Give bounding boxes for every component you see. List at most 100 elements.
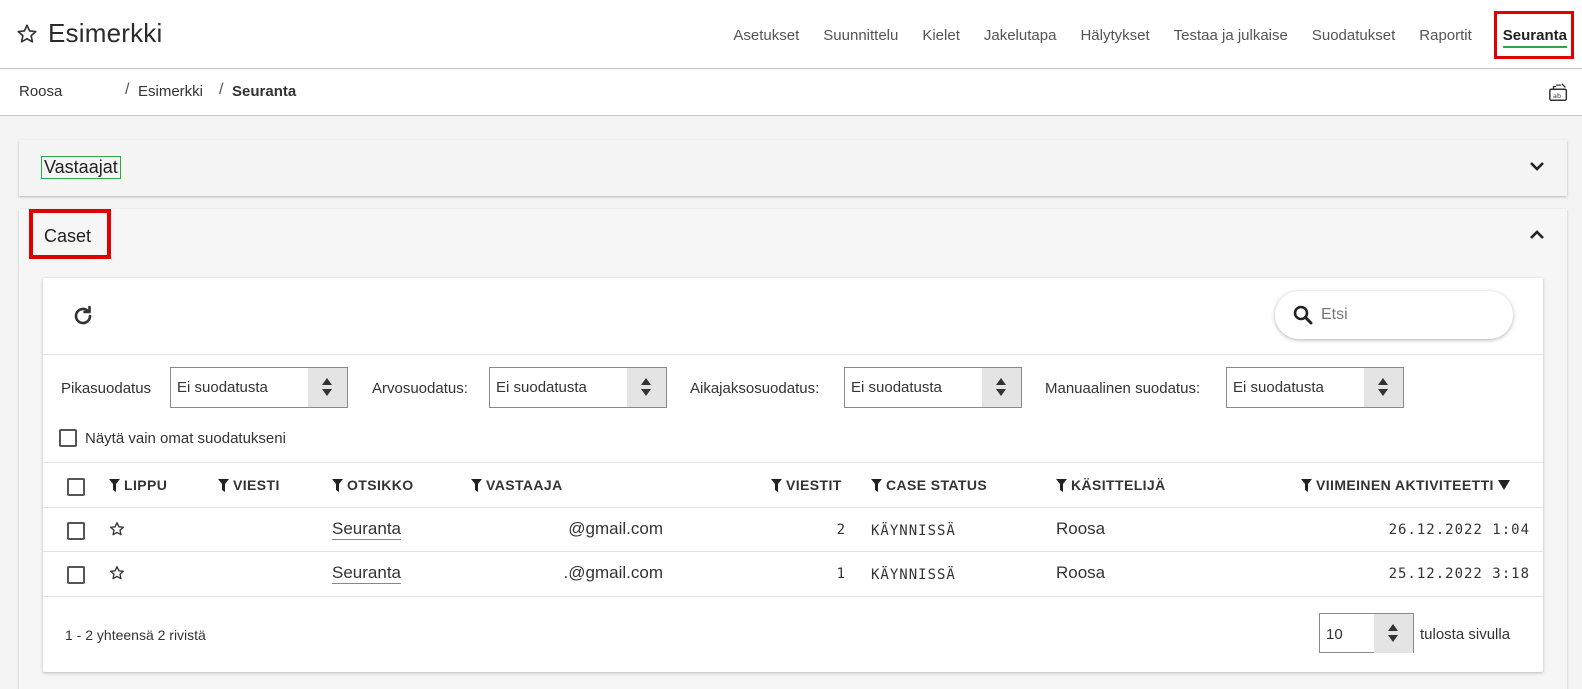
vastaajat-title[interactable]: Vastaajat: [41, 156, 121, 179]
search-input[interactable]: [1321, 303, 1501, 327]
column-header-lippu[interactable]: LIPPU: [109, 477, 167, 493]
select-arrows-icon: [1374, 614, 1413, 653]
nav-halytykset[interactable]: Hälytykset: [1078, 27, 1151, 44]
filter-label-pikasuodatus: Pikasuodatus: [61, 380, 152, 397]
filter-icon[interactable]: [871, 478, 882, 492]
column-label: OTSIKKO: [347, 477, 414, 493]
column-header-viesti[interactable]: VIESTI: [218, 477, 280, 493]
select-arrows-icon: [627, 368, 666, 407]
row-viimeinen-aktiviteetti: 26.12.2022 1:04: [1388, 522, 1530, 538]
sort-desc-icon[interactable]: [1497, 479, 1510, 491]
nav-suodatukset[interactable]: Suodatukset: [1310, 27, 1397, 44]
row-viimeinen-aktiviteetti: 25.12.2022 3:18: [1388, 566, 1530, 582]
chevron-up-icon[interactable]: [1529, 229, 1545, 241]
main-nav: Asetukset Suunnittelu Kielet Jakelutapa …: [711, 8, 1574, 62]
caset-title[interactable]: Caset: [29, 209, 111, 259]
row-checkbox[interactable]: [67, 522, 85, 540]
column-label: VASTAAJA: [486, 477, 563, 493]
nav-suunnittelu[interactable]: Suunnittelu: [821, 27, 900, 44]
filters-divider: [43, 462, 1543, 463]
column-header-viestit[interactable]: VIESTIT: [771, 477, 842, 493]
column-label: VIESTIT: [786, 477, 842, 493]
select-arrows-icon: [308, 368, 347, 407]
favorite-star-icon[interactable]: [16, 23, 38, 45]
refresh-icon[interactable]: [71, 304, 95, 328]
breadcrumb-separator: /: [219, 81, 224, 98]
breadcrumb: Roosa / Esimerkki / Seuranta ab: [0, 70, 1582, 116]
arvosuodatus-select[interactable]: Ei suodatusta: [489, 367, 667, 408]
own-filters-checkbox[interactable]: [59, 429, 77, 447]
chevron-down-icon[interactable]: [1529, 160, 1545, 172]
column-header-viimeinen-aktiviteetti[interactable]: VIIMEINEN AKTIVITEETTI: [1301, 477, 1510, 493]
filter-icon[interactable]: [218, 478, 229, 492]
nav-kielet[interactable]: Kielet: [920, 27, 962, 44]
filter-icon[interactable]: [1056, 478, 1067, 492]
select-value: Ei suodatusta: [851, 379, 942, 396]
own-filters-label: Näytä vain omat suodatukseni: [85, 430, 286, 447]
column-header-kasittelija[interactable]: KÄSITTELIJÄ: [1056, 477, 1166, 493]
row-kasittelija: Roosa: [1056, 519, 1106, 538]
table-row[interactable]: Seuranta .@gmail.com 1 KÄYNNISSÄ Roosa 2…: [43, 551, 1543, 595]
column-label: KÄSITTELIJÄ: [1071, 477, 1166, 493]
pagination-summary: 1 - 2 yhteensä 2 rivistä: [65, 627, 206, 643]
filter-label-manuaalinen: Manuaalinen suodatus:: [1045, 380, 1201, 397]
vastaajat-panel[interactable]: Vastaajat: [19, 140, 1567, 196]
manuaalinen-suodatus-select[interactable]: Ei suodatusta: [1226, 367, 1404, 408]
column-header-vastaaja[interactable]: VASTAAJA: [471, 477, 563, 493]
filter-icon[interactable]: [471, 478, 482, 492]
row-vastaaja: .@gmail.com: [563, 563, 663, 582]
select-arrows-icon: [1364, 368, 1403, 407]
nav-seuranta-label: Seuranta: [1502, 27, 1567, 44]
select-value: Ei suodatusta: [496, 379, 587, 396]
column-label: CASE STATUS: [886, 477, 988, 493]
nav-raportit[interactable]: Raportit: [1417, 27, 1474, 44]
row-case-status: KÄYNNISSÄ: [871, 567, 956, 583]
breadcrumb-item-esimerkki[interactable]: Esimerkki: [138, 83, 203, 100]
page-size-label: tulosta sivulla: [1420, 626, 1511, 643]
flag-star-icon[interactable]: [109, 521, 125, 537]
column-header-otsikko[interactable]: OTSIKKO: [332, 477, 414, 493]
filter-icon[interactable]: [332, 478, 343, 492]
row-case-status: KÄYNNISSÄ: [871, 523, 956, 539]
table-bottom-divider: [43, 596, 1543, 597]
page-title: Esimerkki: [48, 18, 163, 48]
title-area: Esimerkki: [16, 18, 162, 49]
filter-label-aikajaksosuodatus: Aikajaksosuodatus:: [690, 380, 820, 397]
row-otsikko-link[interactable]: Seuranta: [332, 563, 401, 584]
select-all-checkbox[interactable]: [67, 478, 85, 496]
column-label: VIESTI: [233, 477, 280, 493]
pikasuodatus-select[interactable]: Ei suodatusta: [170, 367, 348, 408]
search-icon: [1293, 305, 1313, 325]
column-label: VIIMEINEN AKTIVITEETTI: [1316, 477, 1494, 493]
filter-label-arvosuodatus: Arvosuodatus:: [372, 380, 468, 397]
translate-icon[interactable]: ab: [1548, 81, 1570, 103]
breadcrumb-separator: /: [125, 81, 130, 98]
nav-jakelutapa[interactable]: Jakelutapa: [982, 27, 1059, 44]
table-row[interactable]: Seuranta @gmail.com 2 KÄYNNISSÄ Roosa 26…: [43, 507, 1543, 551]
column-label: LIPPU: [124, 477, 168, 493]
row-vastaaja: @gmail.com: [568, 519, 663, 538]
filter-icon[interactable]: [1301, 478, 1312, 492]
nav-testaa-ja-julkaise[interactable]: Testaa ja julkaise: [1172, 27, 1290, 44]
select-value: Ei suodatusta: [177, 379, 268, 396]
flag-star-icon[interactable]: [109, 565, 125, 581]
active-underline: [1502, 46, 1567, 48]
row-otsikko-link[interactable]: Seuranta: [332, 519, 401, 540]
row-checkbox[interactable]: [67, 566, 85, 584]
row-viestit: 1: [836, 566, 846, 582]
breadcrumb-item-roosa[interactable]: Roosa: [19, 83, 62, 100]
filter-icon[interactable]: [771, 478, 782, 492]
row-kasittelija: Roosa: [1056, 563, 1106, 582]
aikajaksosuodatus-select[interactable]: Ei suodatusta: [844, 367, 1022, 408]
top-header: Esimerkki Asetukset Suunnittelu Kielet J…: [0, 0, 1582, 69]
cases-card: Pikasuodatus Ei suodatusta Arvosuodatus:…: [43, 278, 1543, 672]
row-viestit: 2: [836, 522, 846, 538]
filter-icon[interactable]: [109, 478, 120, 492]
page-size-select[interactable]: 10: [1319, 613, 1414, 653]
nav-asetukset[interactable]: Asetukset: [731, 27, 801, 44]
search-box[interactable]: [1275, 291, 1513, 339]
column-header-case-status[interactable]: CASE STATUS: [871, 477, 987, 493]
select-arrows-icon: [982, 368, 1021, 407]
nav-seuranta[interactable]: Seuranta: [1493, 11, 1574, 59]
breadcrumb-current: Seuranta: [232, 83, 297, 100]
